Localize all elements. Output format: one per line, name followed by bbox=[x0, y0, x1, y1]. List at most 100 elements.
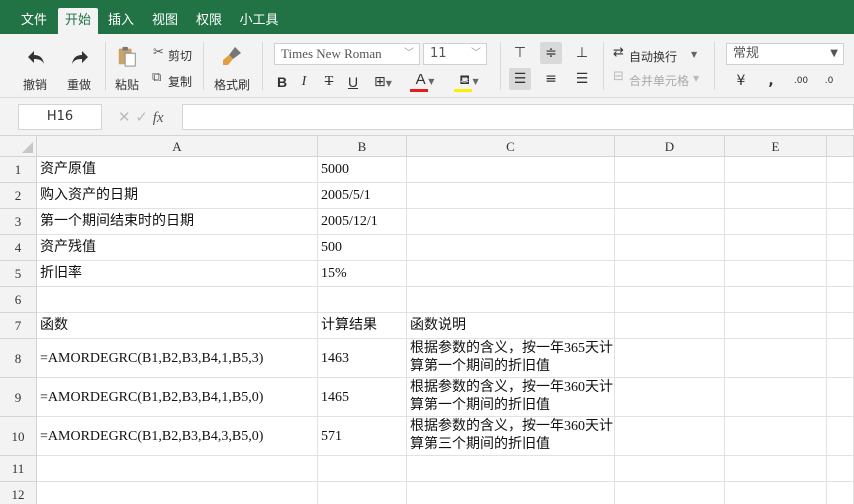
cell[interactable]: =AMORDEGRC(B1,B2,B3,B4,3,B5,0) bbox=[37, 417, 318, 456]
row-header[interactable]: 6 bbox=[0, 287, 37, 313]
cell[interactable] bbox=[318, 287, 407, 313]
cell[interactable] bbox=[37, 456, 318, 482]
row-header[interactable]: 7 bbox=[0, 313, 37, 339]
cell[interactable]: 根据参数的含义，按一年360天计算第一个期间的折旧值 bbox=[407, 378, 615, 417]
fill-color-button[interactable]: ⛾ ▼ bbox=[452, 69, 486, 92]
cell[interactable]: 15% bbox=[318, 261, 407, 287]
align-left-button[interactable]: ☰ bbox=[509, 68, 531, 90]
row-header[interactable]: 8 bbox=[0, 339, 37, 378]
cancel-icon[interactable]: ✕ bbox=[118, 108, 131, 126]
column-header[interactable]: C bbox=[407, 136, 615, 157]
cell[interactable] bbox=[827, 313, 854, 339]
cell[interactable] bbox=[615, 313, 725, 339]
cell[interactable] bbox=[407, 209, 615, 235]
cell[interactable]: 根据参数的含义，按一年365天计算第一个期间的折旧值 bbox=[407, 339, 615, 378]
row-header[interactable]: 1 bbox=[0, 157, 37, 183]
cell[interactable]: 2005/12/1 bbox=[318, 209, 407, 235]
cell[interactable]: 资产残值 bbox=[37, 235, 318, 261]
align-right-button[interactable]: ☰ bbox=[571, 68, 593, 90]
align-middle-button[interactable]: ≑ bbox=[540, 42, 562, 64]
cell[interactable] bbox=[725, 378, 827, 417]
formula-input[interactable] bbox=[182, 104, 854, 130]
menu-insert[interactable]: 插入 bbox=[101, 0, 141, 34]
cell[interactable] bbox=[725, 183, 827, 209]
cell[interactable]: 函数说明 bbox=[407, 313, 615, 339]
cell[interactable] bbox=[725, 417, 827, 456]
menu-home[interactable]: 开始 bbox=[58, 8, 98, 34]
cell[interactable] bbox=[407, 482, 615, 504]
cell[interactable] bbox=[827, 261, 854, 287]
cell[interactable] bbox=[615, 456, 725, 482]
cell[interactable] bbox=[827, 183, 854, 209]
cell[interactable] bbox=[37, 482, 318, 504]
cell[interactable] bbox=[827, 482, 854, 504]
cell[interactable] bbox=[407, 157, 615, 183]
align-top-button[interactable]: ⊤ bbox=[509, 42, 531, 64]
cell[interactable] bbox=[407, 235, 615, 261]
cell[interactable] bbox=[725, 456, 827, 482]
row-header[interactable]: 4 bbox=[0, 235, 37, 261]
cell[interactable] bbox=[615, 378, 725, 417]
cell[interactable] bbox=[725, 235, 827, 261]
cell[interactable] bbox=[37, 287, 318, 313]
row-header[interactable]: 12 bbox=[0, 482, 37, 504]
menu-tools[interactable]: 小工具 bbox=[233, 0, 285, 34]
menu-view[interactable]: 视图 bbox=[145, 0, 185, 34]
cell[interactable] bbox=[615, 339, 725, 378]
cell[interactable]: =AMORDEGRC(B1,B2,B3,B4,1,B5,0) bbox=[37, 378, 318, 417]
wrap-text-button[interactable]: ⇄ 自动换行 ▼ bbox=[611, 45, 705, 65]
cell[interactable] bbox=[827, 378, 854, 417]
underline-button[interactable]: U bbox=[342, 71, 364, 93]
row-header[interactable]: 11 bbox=[0, 456, 37, 482]
cell[interactable] bbox=[615, 157, 725, 183]
cell[interactable]: 计算结果 bbox=[318, 313, 407, 339]
cell[interactable]: 购入资产的日期 bbox=[37, 183, 318, 209]
cell[interactable] bbox=[827, 456, 854, 482]
cell[interactable] bbox=[827, 287, 854, 313]
cell[interactable] bbox=[725, 287, 827, 313]
increase-decimal-button[interactable]: .00 bbox=[790, 70, 812, 92]
cut-button[interactable]: ✂ 剪切 bbox=[151, 44, 197, 64]
cell[interactable]: 500 bbox=[318, 235, 407, 261]
fx-icon[interactable]: fx bbox=[153, 110, 164, 126]
cell[interactable]: 5000 bbox=[318, 157, 407, 183]
column-header[interactable]: D bbox=[615, 136, 725, 157]
cell[interactable] bbox=[318, 482, 407, 504]
cell[interactable] bbox=[615, 287, 725, 313]
cell[interactable] bbox=[615, 235, 725, 261]
column-header[interactable]: E bbox=[725, 136, 827, 157]
column-header[interactable]: B bbox=[318, 136, 407, 157]
redo-button[interactable]: 重做 bbox=[62, 42, 98, 94]
paste-button[interactable]: 粘贴 bbox=[110, 42, 144, 94]
row-header[interactable]: 10 bbox=[0, 417, 37, 456]
font-color-button[interactable]: A ▼ bbox=[408, 69, 442, 92]
cell[interactable] bbox=[615, 261, 725, 287]
cell[interactable]: 函数 bbox=[37, 313, 318, 339]
select-all-corner[interactable] bbox=[0, 136, 37, 157]
cell[interactable]: =AMORDEGRC(B1,B2,B3,B4,1,B5,3) bbox=[37, 339, 318, 378]
decrease-decimal-button[interactable]: .0 bbox=[818, 70, 840, 92]
cell[interactable] bbox=[407, 287, 615, 313]
cell[interactable] bbox=[827, 339, 854, 378]
cell[interactable] bbox=[615, 209, 725, 235]
cell[interactable]: 2005/5/1 bbox=[318, 183, 407, 209]
cell[interactable] bbox=[725, 339, 827, 378]
strikethrough-button[interactable]: T bbox=[318, 71, 340, 93]
cell[interactable] bbox=[615, 417, 725, 456]
cell[interactable] bbox=[827, 235, 854, 261]
cell[interactable] bbox=[615, 183, 725, 209]
column-header[interactable]: A bbox=[37, 136, 318, 157]
row-header[interactable]: 3 bbox=[0, 209, 37, 235]
font-size-select[interactable]: 11 ﹀ bbox=[423, 43, 487, 65]
confirm-icon[interactable]: ✓ bbox=[135, 108, 148, 126]
cell[interactable]: 第一个期间结束时的日期 bbox=[37, 209, 318, 235]
cell[interactable]: 1465 bbox=[318, 378, 407, 417]
cell[interactable] bbox=[827, 157, 854, 183]
font-name-select[interactable]: Times New Roman ﹀ bbox=[274, 43, 420, 65]
cell[interactable] bbox=[827, 417, 854, 456]
format-painter-button[interactable]: 格式刷 bbox=[210, 42, 254, 94]
column-header[interactable] bbox=[827, 136, 854, 157]
cell[interactable]: 571 bbox=[318, 417, 407, 456]
menu-permissions[interactable]: 权限 bbox=[189, 0, 229, 34]
cell[interactable] bbox=[725, 261, 827, 287]
